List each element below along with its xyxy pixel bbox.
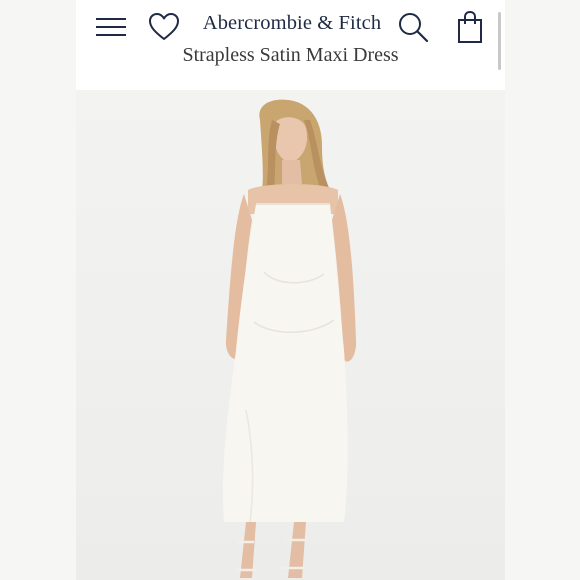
right-page-margin — [505, 0, 580, 580]
product-photo — [76, 90, 505, 580]
scrollbar[interactable] — [498, 12, 501, 70]
shopping-bag-icon[interactable] — [453, 10, 487, 44]
hamburger-menu-icon[interactable] — [94, 10, 128, 44]
left-page-margin — [0, 0, 76, 580]
search-icon[interactable] — [396, 10, 430, 44]
heart-icon[interactable] — [147, 10, 181, 44]
product-title: Strapless Satin Maxi Dress — [182, 44, 399, 66]
brand-logo[interactable]: Abercrombie & Fitch — [194, 12, 390, 35]
mobile-product-page: Abercrombie & Fitch Strapless Satin Maxi… — [76, 0, 505, 580]
site-header: Abercrombie & Fitch Strapless Satin Maxi… — [76, 0, 505, 90]
